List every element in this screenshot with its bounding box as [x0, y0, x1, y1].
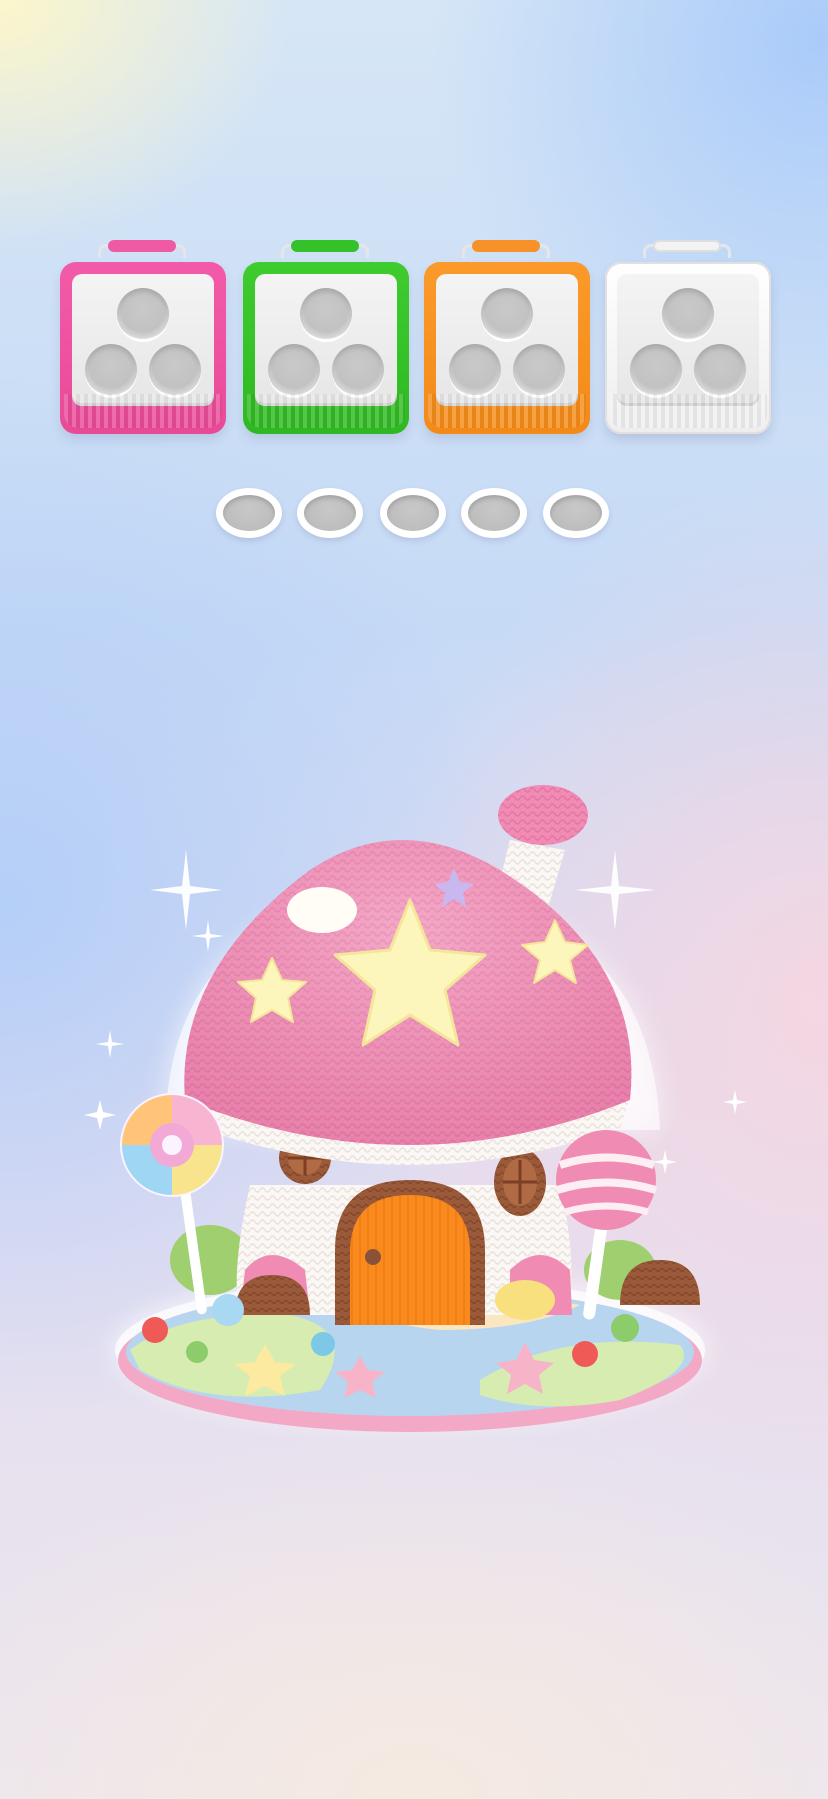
basket-slot	[694, 344, 746, 396]
basket-green[interactable]	[243, 238, 409, 438]
basket-slot-panel	[436, 274, 578, 406]
basket-slot	[513, 344, 565, 396]
basket-slot	[662, 288, 714, 340]
basket-slot	[630, 344, 682, 396]
basket-orange[interactable]	[424, 238, 590, 438]
basket-slot-panel	[255, 274, 397, 406]
game-screen	[0, 0, 828, 1799]
holding-slot[interactable]	[380, 488, 446, 538]
basket-handle	[98, 238, 186, 258]
basket-body	[424, 262, 590, 434]
basket-handle	[281, 238, 369, 258]
basket-slot	[449, 344, 501, 396]
basket-slot	[85, 344, 137, 396]
basket-slot	[332, 344, 384, 396]
basket-body	[605, 262, 771, 434]
basket-body	[243, 262, 409, 434]
basket-slot	[300, 288, 352, 340]
crochet-mushroom-house-scene[interactable]	[60, 770, 760, 1460]
basket-body	[60, 262, 226, 434]
basket-slot	[117, 288, 169, 340]
basket-slot-panel	[617, 274, 759, 406]
basket-pink[interactable]	[60, 238, 226, 438]
holding-slot[interactable]	[543, 488, 609, 538]
basket-handle	[462, 238, 550, 258]
basket-slot	[149, 344, 201, 396]
holding-slot[interactable]	[461, 488, 527, 538]
holding-slot[interactable]	[216, 488, 282, 538]
basket-slot	[268, 344, 320, 396]
basket-slot	[481, 288, 533, 340]
holding-slot[interactable]	[297, 488, 363, 538]
window-right	[494, 1148, 546, 1216]
basket-white[interactable]	[605, 238, 771, 438]
basket-handle	[643, 238, 731, 258]
basket-slot-panel	[72, 274, 214, 406]
